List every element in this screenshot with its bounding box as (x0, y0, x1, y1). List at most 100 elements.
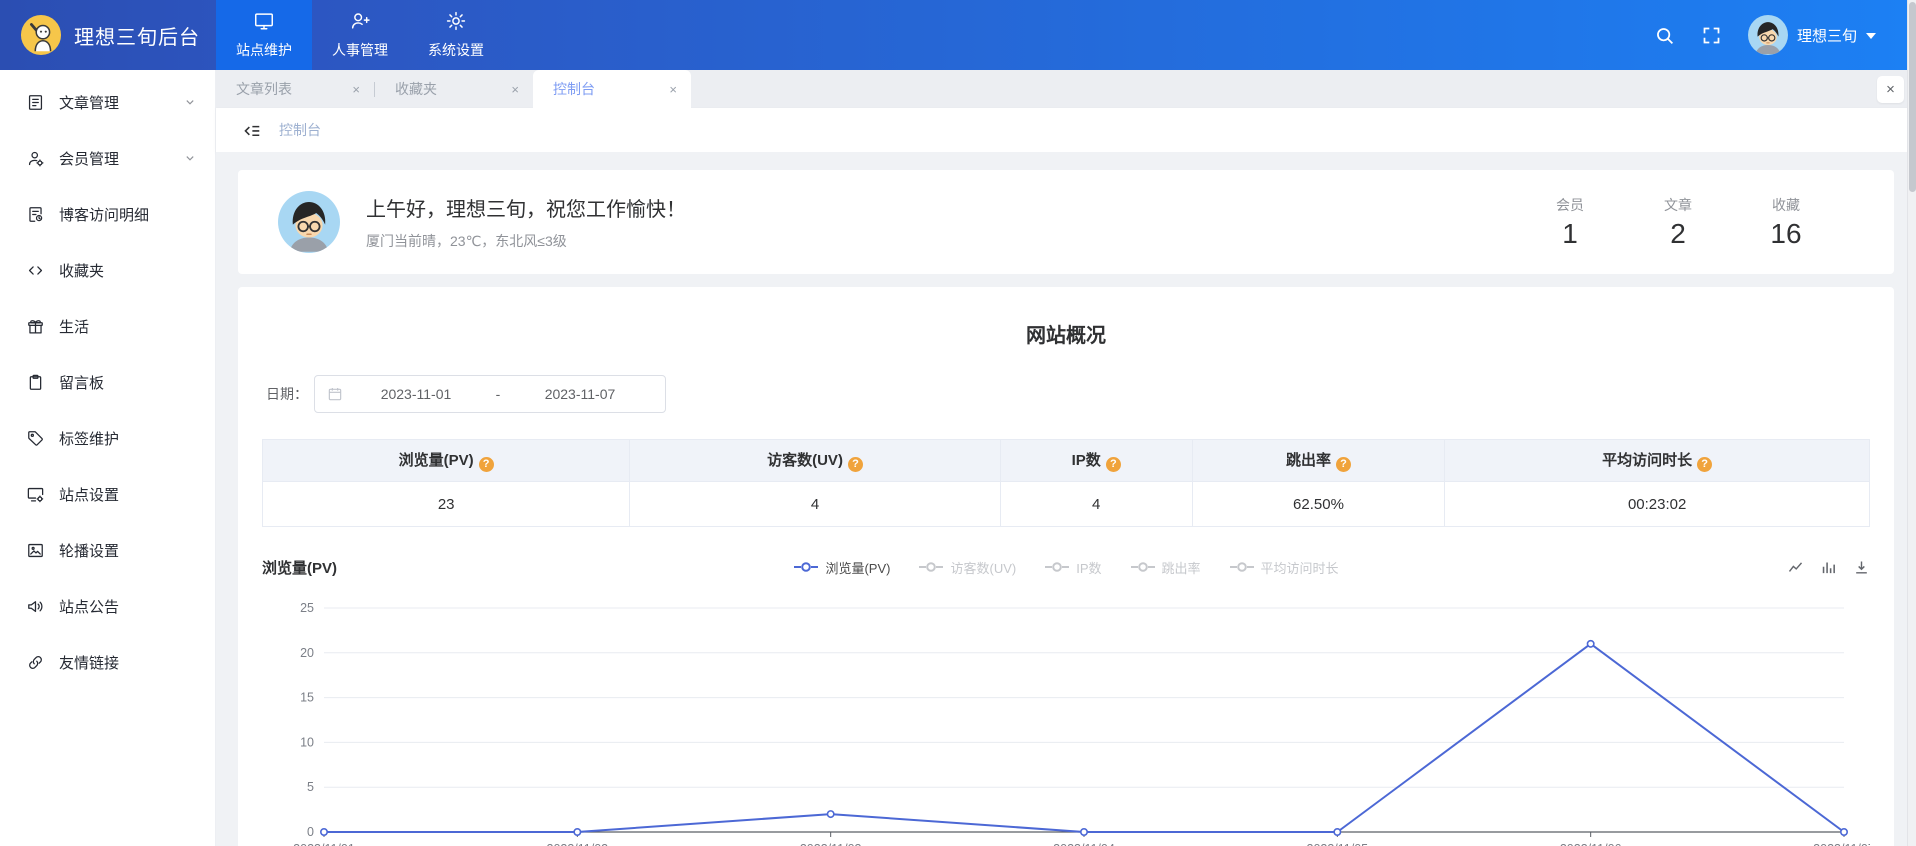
tab-1[interactable]: 文章列表 × (216, 70, 374, 108)
stat-value: 16 (1770, 217, 1802, 249)
site-settings-icon (26, 485, 45, 504)
tab-close-icon[interactable]: × (511, 82, 519, 97)
gear-icon (445, 10, 467, 35)
topnav-item-3[interactable]: 系统设置 (408, 0, 504, 70)
stat-value: 2 (1670, 217, 1686, 249)
breadcrumb-current: 控制台 (279, 122, 321, 138)
help-icon[interactable]: ? (847, 456, 863, 472)
stat-文章: 文章 2 (1656, 195, 1700, 250)
table-header-3: IP数? (999, 439, 1193, 482)
tab-bar: 文章列表 × 收藏夹 × 控制台 × × (216, 70, 1916, 108)
collapse-sidebar-icon[interactable] (242, 121, 261, 140)
sidebar-item-11[interactable]: 友情链接 (0, 634, 215, 690)
search-icon[interactable] (1654, 25, 1675, 46)
topnav-item-2[interactable]: 人事管理 (312, 0, 408, 70)
table-value-3: 4 (999, 481, 1193, 527)
sidebar-item-label: 生活 (59, 318, 90, 336)
stat-label: 会员 (1556, 196, 1584, 213)
pv-line-chart: 0 5 10 15 20 25 2023/11/01 2023/11/02 2023/11/03… (262, 594, 1875, 846)
table-header-2: 访客数(UV)? (629, 439, 1001, 482)
table-header-1: 浏览量(PV)? (261, 439, 631, 482)
date-end-value: 2023-11-07 (544, 386, 616, 402)
stat-收藏: 收藏 16 (1764, 195, 1808, 250)
legend-label: 访客数(UV) (950, 560, 1017, 576)
legend-marker-icon (794, 562, 819, 572)
sidebar-item-5[interactable]: 生活 (0, 298, 215, 354)
clipboard-icon (26, 373, 45, 392)
sidebar-item-1[interactable]: 文章管理 (0, 74, 215, 130)
sidebar-item-label: 会员管理 (59, 150, 120, 168)
date-range-input[interactable]: 2023-11-01 - 2023-11-07 (314, 375, 666, 413)
greeting-avatar (278, 191, 340, 253)
legend-label: IP数 (1076, 560, 1102, 576)
code-icon (26, 261, 45, 280)
tab-close-icon[interactable]: × (352, 82, 360, 97)
legend-label: 平均访问时长 (1260, 560, 1339, 576)
stat-label: 收藏 (1772, 196, 1800, 213)
date-filter-row: 日期： 2023-11-01 - 2023-11-07 (266, 375, 1870, 413)
scrollbar-thumb[interactable] (1909, 2, 1916, 192)
tab-label: 文章列表 (236, 81, 292, 97)
sidebar-item-label: 站点公告 (59, 598, 120, 616)
tab-2[interactable]: 收藏夹 × (375, 70, 533, 108)
page-content: 上午好，理想三旬，祝您工作愉快！ 厦门当前晴，23℃，东北风≤3级 会员 1 文章 2… (216, 152, 1916, 846)
legend-item-3[interactable]: IP数 (1044, 558, 1102, 577)
svg-text:2023/11/06: 2023/11/06 (1560, 842, 1622, 846)
legend-item-2[interactable]: 访客数(UV) (918, 558, 1016, 577)
tab-label: 控制台 (553, 81, 595, 97)
legend-label: 浏览量(PV) (825, 560, 891, 576)
monitor-icon (253, 10, 275, 35)
visit-log-icon (26, 205, 45, 224)
sidebar-item-label: 标签维护 (59, 430, 120, 448)
fullscreen-icon[interactable] (1701, 25, 1722, 46)
close-all-tabs-button[interactable]: × (1877, 75, 1904, 103)
help-icon[interactable]: ? (1336, 456, 1351, 472)
chart-title: 浏览量(PV) (262, 559, 338, 577)
help-icon[interactable]: ? (478, 456, 494, 472)
sidebar-item-10[interactable]: 站点公告 (0, 578, 215, 634)
tab-close-icon[interactable]: × (669, 82, 677, 97)
breadcrumb: 控制台 (216, 108, 1916, 152)
legend-item-1[interactable]: 浏览量(PV) (793, 558, 890, 577)
gift-icon (26, 317, 45, 336)
table-value-4: 62.50% (1191, 481, 1446, 527)
legend-item-4[interactable]: 跳出率 (1130, 558, 1201, 577)
sidebar-item-9[interactable]: 轮播设置 (0, 522, 215, 578)
svg-text:2023/11/01: 2023/11/01 (293, 842, 355, 846)
legend-item-5[interactable]: 平均访问时长 (1229, 558, 1339, 577)
svg-text:2023/11/02: 2023/11/02 (547, 842, 609, 846)
sidebar-item-label: 留言板 (59, 374, 105, 392)
legend-marker-icon (1130, 562, 1155, 572)
sidebar-item-8[interactable]: 站点设置 (0, 466, 215, 522)
table-header-4: 跳出率? (1191, 439, 1446, 482)
app-logo-area[interactable]: 理想三旬后台 (0, 0, 216, 70)
greeting-title: 上午好，理想三旬，祝您工作愉快！ (366, 199, 686, 221)
stat-value: 1 (1562, 217, 1578, 249)
chevron-down-icon (183, 95, 197, 109)
sidebar-item-6[interactable]: 留言板 (0, 354, 215, 410)
greeting-card: 上午好，理想三旬，祝您工作愉快！ 厦门当前晴，23℃，东北风≤3级 会员 1 文章 2… (238, 170, 1894, 274)
sidebar-item-2[interactable]: 会员管理 (0, 130, 215, 186)
user-menu[interactable]: 理想三旬 (1747, 15, 1876, 55)
bar-chart-icon[interactable] (1820, 559, 1837, 576)
help-icon[interactable]: ? (1697, 456, 1713, 472)
sidebar-item-4[interactable]: 收藏夹 (0, 242, 215, 298)
svg-text:15: 15 (300, 691, 314, 705)
sidebar-item-label: 博客访问明细 (59, 206, 150, 224)
article-icon (26, 93, 45, 112)
topnav-item-1[interactable]: 站点维护 (216, 0, 312, 70)
download-icon[interactable] (1853, 559, 1870, 576)
app-logo-icon (20, 14, 62, 56)
sidebar-item-label: 友情链接 (59, 654, 120, 672)
chart-toolbox (1787, 559, 1870, 576)
svg-text:2023/11/03: 2023/11/03 (800, 842, 862, 846)
sidebar-item-3[interactable]: 博客访问明细 (0, 186, 215, 242)
line-chart-icon[interactable] (1787, 559, 1804, 576)
help-icon[interactable]: ? (1105, 456, 1121, 472)
tab-3[interactable]: 控制台 × (533, 70, 691, 108)
date-separator: - (495, 386, 501, 402)
chart-header: 浏览量(PV) 浏览量(PV) 访客数(UV) IP数 跳出率 平均访问时长 (262, 554, 1870, 580)
sidebar-item-7[interactable]: 标签维护 (0, 410, 215, 466)
date-label: 日期： (266, 386, 308, 402)
legend-marker-icon (1229, 562, 1254, 572)
